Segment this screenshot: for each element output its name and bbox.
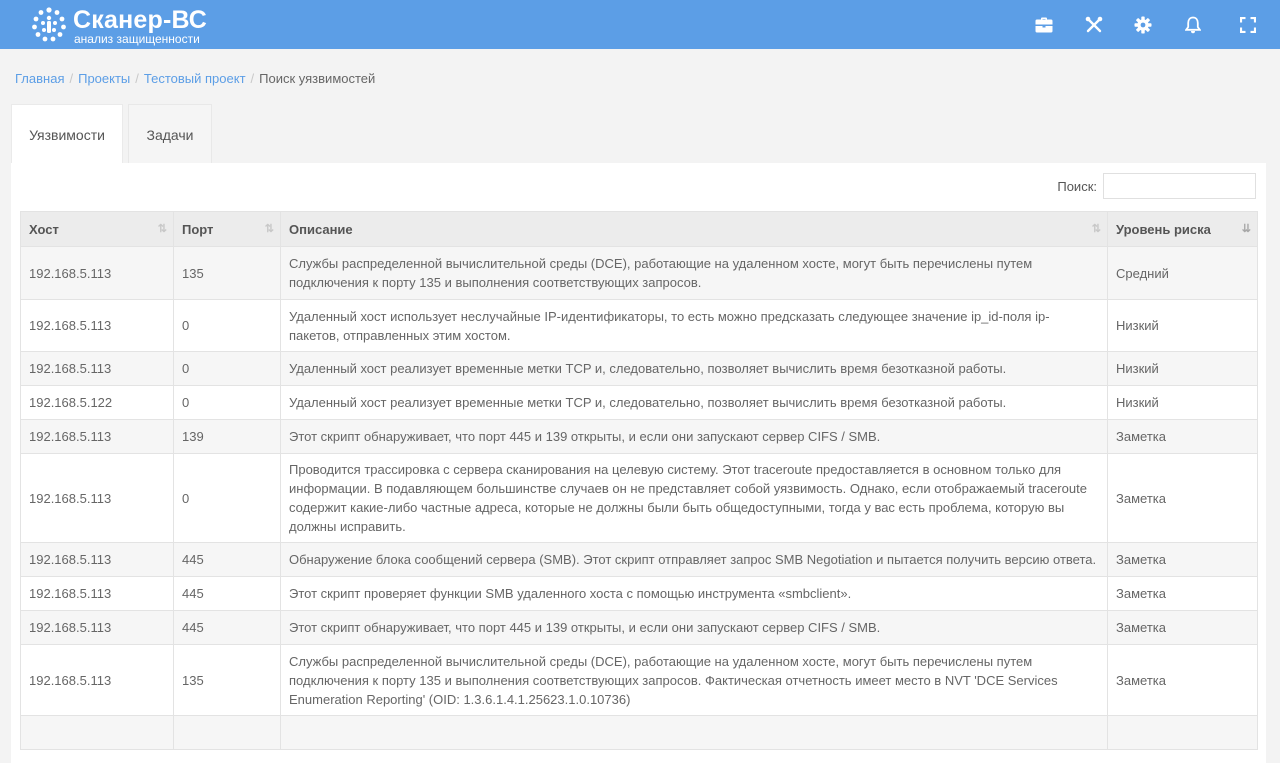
breadcrumb-separator: / <box>135 71 139 86</box>
table-row[interactable]: 192.168.5.113 0 Удаленный хост используе… <box>20 299 1258 352</box>
cell-description <box>280 715 1108 750</box>
vulnerabilities-table: Хост ⇅ Порт ⇅ Описание ⇅ Уровень риска ⇊ 192… <box>20 211 1258 750</box>
cell-description: Удаленный хост реализует временные метки… <box>280 385 1108 420</box>
cell-port: 445 <box>173 542 281 577</box>
cell-host: 192.168.5.122 <box>20 385 174 420</box>
cell-description: Этот скрипт обнаруживает, что порт 445 и… <box>280 419 1108 454</box>
cell-host: 192.168.5.113 <box>20 644 174 716</box>
cell-host: 192.168.5.113 <box>20 453 174 543</box>
cell-description: Обнаружение блока сообщений сервера (SMB… <box>280 542 1108 577</box>
cell-description: Этот скрипт проверяет функции SMB удален… <box>280 576 1108 611</box>
sort-icon: ⇅ <box>264 223 274 235</box>
sort-desc-icon: ⇊ <box>1241 223 1251 235</box>
cell-host: 192.168.5.113 <box>20 299 174 352</box>
cell-port: 0 <box>173 299 281 352</box>
top-navbar: Сканер-ВС анализ защищенности <box>0 0 1280 49</box>
column-header-label: Порт <box>182 221 214 237</box>
cell-host: 192.168.5.113 <box>20 419 174 454</box>
cell-port: 139 <box>173 419 281 454</box>
bell-icon[interactable] <box>1181 13 1205 37</box>
breadcrumb-projects[interactable]: Проекты <box>78 71 130 86</box>
cell-port: 445 <box>173 576 281 611</box>
cell-risk: Заметка <box>1107 610 1258 645</box>
breadcrumb-separator: / <box>69 71 74 86</box>
cell-port: 0 <box>173 385 281 420</box>
cell-host: 192.168.5.113 <box>20 610 174 645</box>
cell-risk: Низкий <box>1107 351 1258 386</box>
table-row[interactable]: 192.168.5.113 445 Этот скрипт проверяет … <box>20 576 1258 611</box>
table-header-row: Хост ⇅ Порт ⇅ Описание ⇅ Уровень риска ⇊ <box>20 211 1258 247</box>
app-logo[interactable]: Сканер-ВС анализ защищенности <box>30 5 220 46</box>
logo-mark-icon <box>32 7 66 42</box>
tab-vulnerabilities[interactable]: Уязвимости <box>11 104 123 164</box>
table-row[interactable]: 192.168.5.113 445 Обнаружение блока сооб… <box>20 542 1258 577</box>
cell-port: 445 <box>173 610 281 645</box>
column-header-port[interactable]: Порт ⇅ <box>173 211 281 247</box>
cell-port <box>173 715 281 750</box>
column-header-risk[interactable]: Уровень риска ⇊ <box>1107 211 1258 247</box>
cell-risk: Средний <box>1107 246 1258 300</box>
table-row[interactable]: 192.168.5.113 135 Службы распределенной … <box>20 246 1258 300</box>
cell-risk: Низкий <box>1107 385 1258 420</box>
column-header-label: Описание <box>289 221 353 237</box>
search-input[interactable] <box>1103 173 1256 199</box>
cell-port: 0 <box>173 453 281 543</box>
column-header-label: Хост <box>29 221 59 237</box>
cell-description: Проводится трассировка с сервера сканиро… <box>280 453 1108 543</box>
sort-icon: ⇅ <box>157 223 167 235</box>
cell-description: Службы распределенной вычислительной сре… <box>280 644 1108 716</box>
cell-host: 192.168.5.113 <box>20 246 174 300</box>
search-label: Поиск: <box>1057 179 1097 194</box>
breadcrumb: Главная / Проекты / Тестовый проект / Поиск уя… <box>15 71 375 86</box>
tools-icon[interactable] <box>1082 13 1106 37</box>
cell-description: Этот скрипт обнаруживает, что порт 445 и… <box>280 610 1108 645</box>
breadcrumb-separator: / <box>250 71 255 86</box>
table-row[interactable]: 192.168.5.113 135 Службы распределенной … <box>20 644 1258 716</box>
cell-risk: Низкий <box>1107 299 1258 352</box>
cell-risk: Заметка <box>1107 453 1258 543</box>
cell-port: 0 <box>173 351 281 386</box>
table-row[interactable]: 192.168.5.122 0 Удаленный хост реализует… <box>20 385 1258 420</box>
app-title: Сканер-ВС <box>73 6 208 34</box>
cell-host: 192.168.5.113 <box>20 542 174 577</box>
table-row[interactable]: 192.168.5.113 445 Этот скрипт обнаружива… <box>20 610 1258 645</box>
briefcase-icon[interactable] <box>1032 13 1056 37</box>
cell-host: 192.168.5.113 <box>20 576 174 611</box>
breadcrumb-home[interactable]: Главная <box>15 71 64 86</box>
cell-risk <box>1107 715 1258 750</box>
app-subtitle: анализ защищенности <box>74 32 200 46</box>
cell-description: Удаленный хост реализует временные метки… <box>280 351 1108 386</box>
cell-risk: Заметка <box>1107 542 1258 577</box>
cell-description: Удаленный хост использует неслучайные IP… <box>280 299 1108 352</box>
cell-risk: Заметка <box>1107 576 1258 611</box>
cell-risk: Заметка <box>1107 419 1258 454</box>
table-row[interactable]: 192.168.5.113 139 Этот скрипт обнаружива… <box>20 419 1258 454</box>
gear-icon[interactable] <box>1131 13 1155 37</box>
fullscreen-icon[interactable] <box>1236 13 1260 37</box>
table-row[interactable]: 192.168.5.113 0 Проводится трассировка с… <box>20 453 1258 543</box>
sort-icon: ⇅ <box>1091 223 1101 235</box>
column-header-description[interactable]: Описание ⇅ <box>280 211 1108 247</box>
cell-host: 192.168.5.113 <box>20 351 174 386</box>
breadcrumb-project[interactable]: Тестовый проект <box>144 71 246 86</box>
table-row[interactable]: 192.168.5.113 0 Удаленный хост реализует… <box>20 351 1258 386</box>
breadcrumb-current: Поиск уязвимостей <box>259 71 376 86</box>
column-header-host[interactable]: Хост ⇅ <box>20 211 174 247</box>
tab-tasks[interactable]: Задачи <box>128 104 212 164</box>
table-row[interactable] <box>20 715 1258 750</box>
column-header-label: Уровень риска <box>1116 221 1211 237</box>
cell-risk: Заметка <box>1107 644 1258 716</box>
cell-description: Службы распределенной вычислительной сре… <box>280 246 1108 300</box>
cell-port: 135 <box>173 246 281 300</box>
cell-host <box>20 715 174 750</box>
cell-port: 135 <box>173 644 281 716</box>
